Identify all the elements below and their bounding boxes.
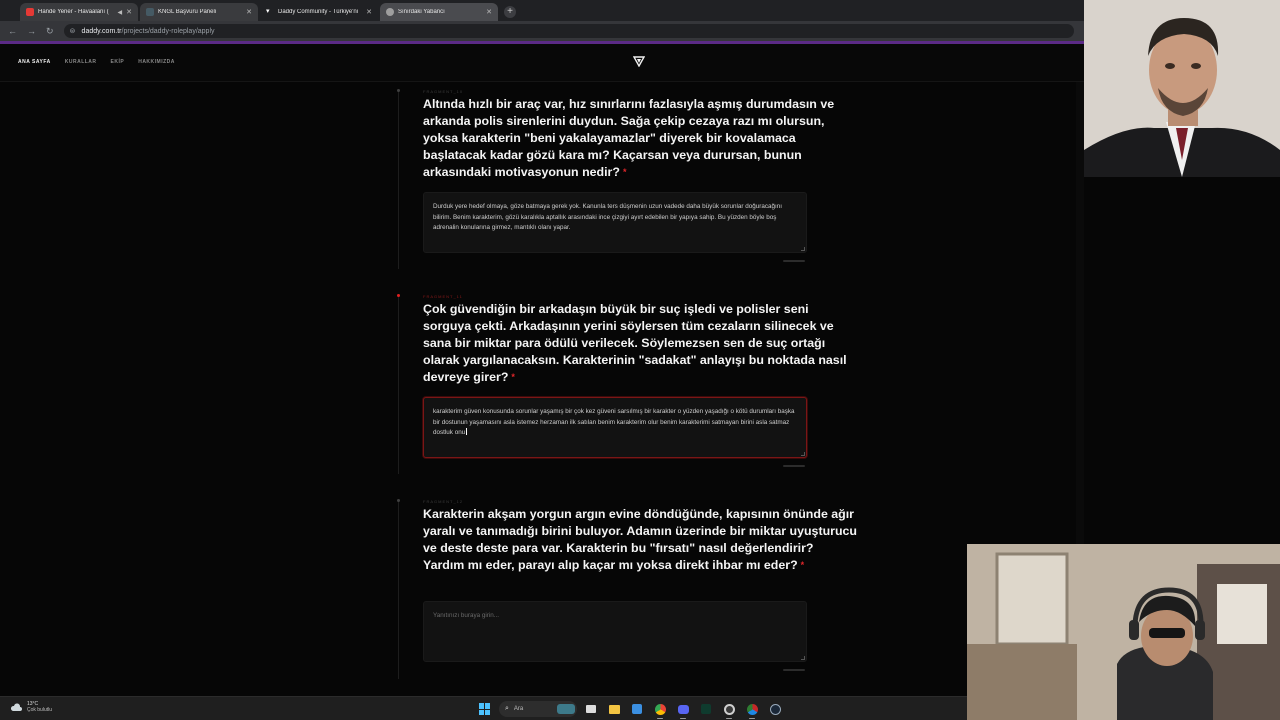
answer-textarea[interactable]: Durduk yere hedef olmaya, göze batmaya g… <box>423 192 807 253</box>
windows-taskbar: 13°C Çok bulutlu ⌕ Ara <box>0 696 967 720</box>
steam-icon[interactable] <box>767 701 783 717</box>
webcam-overlay-bottom <box>967 544 1280 720</box>
answer-textarea[interactable]: karakterim güven konusunda sorunlar yaşa… <box>423 397 807 458</box>
section-marker <box>397 89 400 92</box>
text-caret <box>466 428 468 435</box>
question-label: FRAGMENT_11 <box>423 294 463 299</box>
browser-tab-3[interactable]: ▾ Daddy Community - Türkiye'ni ✕ <box>260 3 378 21</box>
section-rail <box>398 89 399 269</box>
section-marker-error <box>397 294 400 297</box>
question-text: Çok güvendiğin bir arkadaşın büyük bir s… <box>423 302 847 384</box>
close-tab-icon[interactable]: ✕ <box>246 8 252 16</box>
windows-start-icon[interactable] <box>479 703 491 715</box>
url-path: /projects/daddy-roleplay/apply <box>121 27 215 35</box>
screen: Hande Yener - Havaalanı ( ◀ ✕ KNGL Başvu… <box>0 0 1280 720</box>
nav-link-rules[interactable]: KURALLAR <box>65 59 97 65</box>
tab-title: Hande Yener - Havaalanı ( <box>38 9 109 15</box>
resize-handle-icon[interactable] <box>801 452 805 456</box>
site-info-icon[interactable]: ⊜ <box>70 28 77 35</box>
required-mark: * <box>622 167 627 177</box>
new-tab-button[interactable]: + <box>504 6 516 18</box>
nav-link-team[interactable]: EKİP <box>111 59 125 65</box>
question-section-12: FRAGMENT_12 Karakterin akşam yorgun argı… <box>397 499 858 679</box>
required-mark: * <box>800 560 805 570</box>
browser-tab-1[interactable]: Hande Yener - Havaalanı ( ◀ ✕ <box>20 3 138 21</box>
weather-text: 13°C Çok bulutlu <box>27 701 52 713</box>
webcam-overlay-top <box>1084 0 1280 177</box>
search-placeholder: Ara <box>513 706 524 712</box>
question-label: FRAGMENT_12 <box>423 499 464 504</box>
answer-text: Durduk yere hedef olmaya, göze batmaya g… <box>433 203 782 231</box>
question-section-10: FRAGMENT_10 Altında hızlı bir araç var, … <box>397 89 858 269</box>
site-nav: ANA SAYFA KURALLAR EKİP HAKKIMIZDA <box>18 59 175 65</box>
character-counter <box>783 260 805 262</box>
answer-text: karakterim güven konusunda sorunlar yaşa… <box>433 408 795 436</box>
browser-tab-4[interactable]: Sınırdaki Yabancı ✕ <box>380 3 498 21</box>
chrome-icon[interactable] <box>652 701 668 719</box>
search-icon: ⌕ <box>505 705 509 712</box>
question-title: Karakterin akşam yorgun argın evine dönd… <box>423 506 858 574</box>
nav-link-home[interactable]: ANA SAYFA <box>18 59 51 65</box>
close-tab-icon[interactable]: ✕ <box>486 8 492 16</box>
close-tab-icon[interactable]: ✕ <box>126 8 132 16</box>
obs-icon[interactable] <box>721 701 737 719</box>
answer-textarea[interactable]: Yanıtınızı buraya girin... <box>423 601 807 662</box>
reload-icon[interactable]: ↻ <box>46 26 54 37</box>
address-bar: ← → ↻ ⊜ daddy.com.tr/projects/daddy-role… <box>0 21 1084 41</box>
nav-link-about[interactable]: HAKKIMIZDA <box>138 59 175 65</box>
url-host: daddy.com.tr <box>81 27 122 35</box>
speaker-icon: ◀ <box>117 9 123 16</box>
resize-handle-icon[interactable] <box>801 656 805 660</box>
explorer-icon[interactable] <box>606 701 622 717</box>
browser-tabbar: Hande Yener - Havaalanı ( ◀ ✕ KNGL Başvu… <box>0 0 1084 21</box>
section-marker <box>397 499 400 502</box>
question-label: FRAGMENT_10 <box>423 89 464 94</box>
answer-placeholder: Yanıtınızı buraya girin... <box>433 612 500 619</box>
close-tab-icon[interactable]: ✕ <box>366 8 372 16</box>
forward-arrow-icon[interactable]: → <box>27 26 36 36</box>
tab-title: KNGL Başvuru Paneli <box>158 9 217 15</box>
resize-handle-icon[interactable] <box>801 247 805 251</box>
required-mark: * <box>511 372 515 382</box>
webcam-person-image <box>1084 0 1280 177</box>
weather-widget[interactable]: 13°C Çok bulutlu <box>10 701 52 713</box>
daddy-logo-icon[interactable] <box>633 55 645 67</box>
back-arrow-icon[interactable]: ← <box>8 26 17 36</box>
store-icon[interactable] <box>629 701 645 717</box>
section-rail <box>398 294 399 474</box>
question-title: Çok güvendiğin bir arkadaşın büyük bir s… <box>423 301 858 386</box>
character-counter <box>783 465 805 467</box>
weather-condition: Çok bulutlu <box>27 707 53 713</box>
site-header: ANA SAYFA KURALLAR EKİP HAKKIMIZDA <box>0 44 1084 82</box>
cloud-icon <box>10 703 22 711</box>
tab-title: Daddy Community - Türkiye'ni <box>278 9 359 15</box>
tab-title: Sınırdaki Yabancı <box>398 9 445 15</box>
terminal-icon[interactable] <box>698 701 714 717</box>
url-input[interactable]: ⊜ daddy.com.tr/projects/daddy-roleplay/a… <box>63 24 1074 38</box>
question-text: Altında hızlı bir araç var, hız sınırlar… <box>423 97 835 179</box>
question-section-11: FRAGMENT_11 Çok güvendiğin bir arkadaşın… <box>397 294 858 474</box>
chrome-alt-icon[interactable] <box>744 701 760 719</box>
taskbar-search[interactable]: ⌕ Ara <box>499 701 577 717</box>
search-highlight-icon <box>557 704 575 714</box>
section-rail <box>398 499 399 679</box>
webcam-room-image <box>967 544 1280 720</box>
files-icon[interactable] <box>583 701 599 717</box>
browser-tab-2[interactable]: KNGL Başvuru Paneli ✕ <box>140 3 258 21</box>
site-favicon-icon <box>146 8 154 16</box>
question-title: Altında hızlı bir araç var, hız sınırlar… <box>423 96 858 181</box>
youtube-icon <box>26 8 34 16</box>
taskbar-pinned-apps <box>583 701 783 719</box>
discord-icon[interactable] <box>675 701 691 719</box>
daddy-favicon-icon: ▾ <box>266 8 270 15</box>
question-text: Karakterin akşam yorgun argın evine dönd… <box>423 507 857 572</box>
globe-icon <box>386 8 394 16</box>
character-counter <box>783 669 805 671</box>
